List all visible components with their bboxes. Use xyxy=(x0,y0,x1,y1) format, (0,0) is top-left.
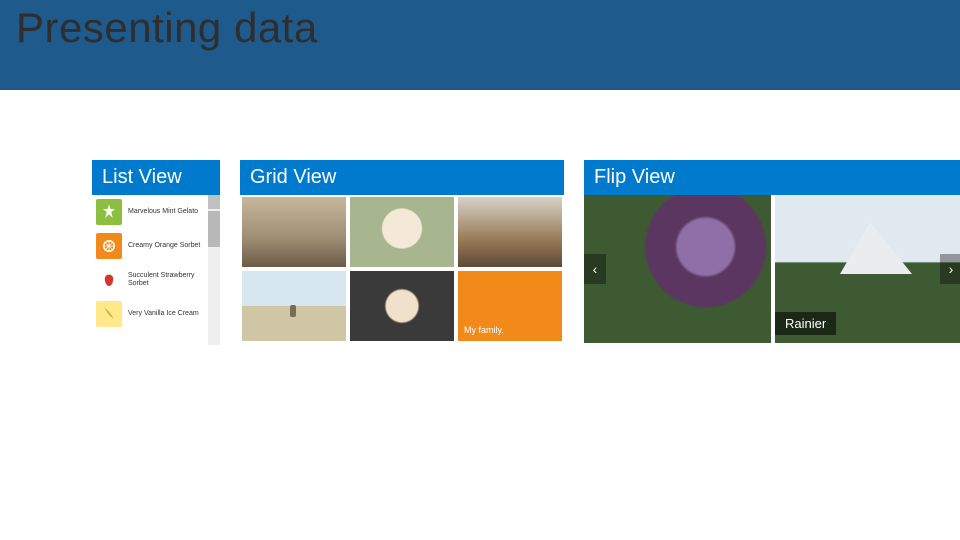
grid-tile-caption: My family. xyxy=(464,325,504,335)
flip-view-body: ‹ Rainier › xyxy=(584,195,960,343)
flip-prev-button[interactable]: ‹ xyxy=(584,254,606,284)
grid-view-panel: Grid View My family. xyxy=(240,160,564,345)
grid-tile[interactable] xyxy=(242,271,346,341)
leaf-icon xyxy=(96,199,122,225)
grid-tile[interactable]: My family. xyxy=(458,271,562,341)
strawberry-icon xyxy=(96,267,122,293)
slide: Presenting data List View Marvelous Mint… xyxy=(0,0,960,540)
vanilla-icon xyxy=(96,301,122,327)
list-view-header: List View xyxy=(92,160,220,195)
grid-view-header: Grid View xyxy=(240,160,564,195)
list-item[interactable]: Marvelous Mint Gelato xyxy=(92,195,208,229)
list-view-body[interactable]: Marvelous Mint Gelato Creamy Orange Sorb… xyxy=(92,195,220,345)
list-item[interactable]: Succulent Strawberry Sorbet xyxy=(92,263,208,297)
flip-view-header: Flip View xyxy=(584,160,960,195)
grid-tile[interactable] xyxy=(350,271,454,341)
orange-icon xyxy=(96,233,122,259)
grid-view-body: My family. xyxy=(240,195,564,343)
grid-tile[interactable] xyxy=(350,197,454,267)
page-title: Presenting data xyxy=(16,4,318,52)
list-item-label: Creamy Orange Sorbet xyxy=(128,242,200,250)
list-item[interactable]: Creamy Orange Sorbet xyxy=(92,229,208,263)
list-item[interactable]: Very Vanilla Ice Cream xyxy=(92,297,208,331)
flip-image[interactable]: Rainier › xyxy=(775,195,960,343)
list-item-label: Marvelous Mint Gelato xyxy=(128,208,198,216)
flip-caption: Rainier xyxy=(775,312,836,335)
grid-tile[interactable] xyxy=(458,197,562,267)
grid-tile[interactable] xyxy=(242,197,346,267)
panels-row: List View Marvelous Mint Gelato Creamy O… xyxy=(92,160,960,345)
flip-next-button[interactable]: › xyxy=(940,254,960,284)
list-view-panel: List View Marvelous Mint Gelato Creamy O… xyxy=(92,160,220,345)
flip-image[interactable]: ‹ xyxy=(584,195,771,343)
list-item-label: Very Vanilla Ice Cream xyxy=(128,310,199,318)
list-item-label: Succulent Strawberry Sorbet xyxy=(128,272,204,287)
flip-view-panel: Flip View ‹ Rainier › xyxy=(584,160,960,345)
